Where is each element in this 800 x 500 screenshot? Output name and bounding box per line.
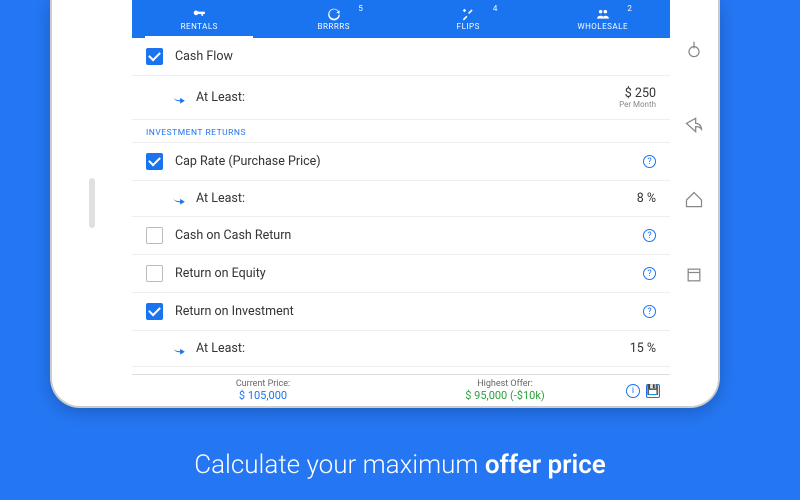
tab-badge: 5 bbox=[358, 4, 363, 13]
checkbox-cash-flow[interactable] bbox=[146, 48, 163, 65]
value-cap-rate: 8 % bbox=[637, 191, 656, 206]
footer-label: Highest Offer: bbox=[477, 379, 533, 389]
arrow-icon bbox=[172, 344, 186, 354]
row-label: Return on Equity bbox=[175, 266, 635, 281]
tab-label: FLIPS bbox=[457, 22, 480, 31]
tab-flips[interactable]: 4 FLIPS bbox=[401, 0, 536, 38]
nav-recents-icon[interactable] bbox=[684, 265, 704, 285]
arrow-icon bbox=[172, 93, 186, 103]
info-icon[interactable]: i bbox=[626, 384, 640, 398]
tab-label: RENTALS bbox=[181, 22, 218, 31]
device-screen: RENTALS 5 BRRRRS 4 FLIPS 2 bbox=[132, 0, 718, 406]
marketing-caption: Calculate your maximum offer price bbox=[0, 420, 800, 500]
checkbox-cash-on-cash[interactable] bbox=[146, 227, 163, 244]
row-cash-on-cash[interactable]: Cash on Cash Return ? bbox=[132, 217, 670, 255]
footer-actions: i 💾 bbox=[626, 384, 660, 398]
tablet-frame: RENTALS 5 BRRRRS 4 FLIPS 2 bbox=[50, 0, 720, 408]
criteria-list[interactable]: Cash Flow At Least: $ 250Per Month INVES… bbox=[132, 38, 670, 374]
save-icon[interactable]: 💾 bbox=[646, 384, 660, 398]
row-return-on-equity[interactable]: Return on Equity ? bbox=[132, 255, 670, 293]
tools-icon bbox=[461, 7, 475, 21]
checkbox-return-on-equity[interactable] bbox=[146, 265, 163, 282]
speaker-slot bbox=[89, 178, 95, 228]
row-label: Cash Flow bbox=[175, 49, 656, 64]
device-nav-bar bbox=[670, 0, 718, 406]
section-investment-returns: INVESTMENT RETURNS bbox=[132, 120, 670, 143]
tab-brrrrs[interactable]: 5 BRRRRS bbox=[267, 0, 402, 38]
at-least-label: At Least: bbox=[196, 191, 637, 206]
value-cash-flow: $ 250Per Month bbox=[619, 86, 656, 109]
footer-value: $ 95,000 (-$10k) bbox=[465, 389, 544, 402]
people-icon bbox=[596, 7, 610, 21]
row-roi-value[interactable]: At Least: 15 % bbox=[132, 331, 670, 367]
row-return-on-investment[interactable]: Return on Investment ? bbox=[132, 293, 670, 331]
help-icon[interactable]: ? bbox=[643, 305, 656, 318]
footer-value: $ 105,000 bbox=[239, 389, 287, 402]
help-icon[interactable]: ? bbox=[643, 267, 656, 280]
refresh-icon bbox=[327, 7, 341, 21]
nav-power-icon[interactable] bbox=[684, 40, 704, 60]
checkbox-cap-rate[interactable] bbox=[146, 153, 163, 170]
row-cash-flow[interactable]: Cash Flow bbox=[132, 38, 670, 76]
row-label: Return on Investment bbox=[175, 304, 635, 319]
row-cap-rate-value[interactable]: At Least: 8 % bbox=[132, 181, 670, 217]
arrow-icon bbox=[172, 194, 186, 204]
tab-bar: RENTALS 5 BRRRRS 4 FLIPS 2 bbox=[132, 0, 670, 38]
nav-back-icon[interactable] bbox=[684, 115, 704, 135]
tab-label: WHOLESALE bbox=[578, 22, 629, 31]
tab-wholesale[interactable]: 2 WHOLESALE bbox=[536, 0, 671, 38]
footer-current-price: Current Price: $ 105,000 bbox=[142, 379, 384, 402]
tab-rentals[interactable]: RENTALS bbox=[132, 0, 267, 38]
key-icon bbox=[192, 7, 206, 21]
row-label: Cash on Cash Return bbox=[175, 228, 635, 243]
value-roi: 15 % bbox=[630, 341, 656, 356]
row-cap-rate[interactable]: Cap Rate (Purchase Price) ? bbox=[132, 143, 670, 181]
tab-badge: 4 bbox=[493, 4, 498, 13]
footer-highest-offer: Highest Offer: $ 95,000 (-$10k) bbox=[384, 379, 626, 402]
checkbox-return-on-investment[interactable] bbox=[146, 303, 163, 320]
app-content: RENTALS 5 BRRRRS 4 FLIPS 2 bbox=[132, 0, 670, 406]
at-least-label: At Least: bbox=[196, 341, 630, 356]
tab-badge: 2 bbox=[627, 4, 632, 13]
footer-label: Current Price: bbox=[236, 379, 290, 389]
row-label: Cap Rate (Purchase Price) bbox=[175, 154, 635, 169]
help-icon[interactable]: ? bbox=[643, 155, 656, 168]
tab-label: BRRRRS bbox=[318, 22, 350, 31]
row-cash-flow-value[interactable]: At Least: $ 250Per Month bbox=[132, 76, 670, 120]
nav-home-icon[interactable] bbox=[684, 190, 704, 210]
help-icon[interactable]: ? bbox=[643, 229, 656, 242]
at-least-label: At Least: bbox=[196, 90, 619, 105]
footer-bar: Current Price: $ 105,000 Highest Offer: … bbox=[132, 374, 670, 406]
bezel bbox=[52, 0, 132, 406]
